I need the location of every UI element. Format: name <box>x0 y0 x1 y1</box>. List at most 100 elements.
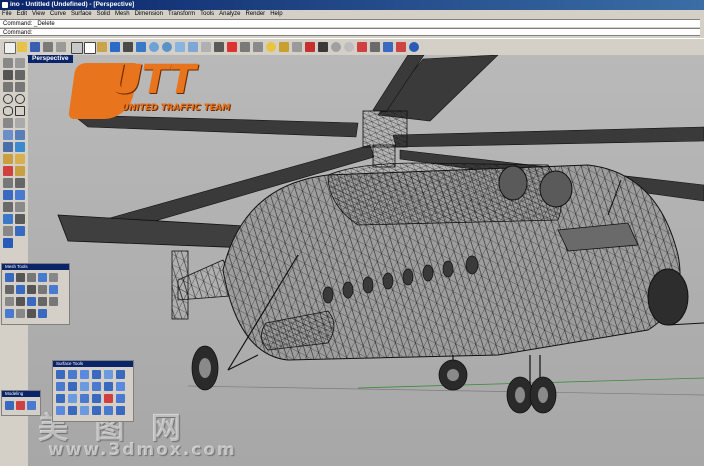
menu-tools[interactable]: Tools <box>200 11 214 17</box>
rotate-icon[interactable] <box>3 202 13 212</box>
save-icon[interactable] <box>30 42 40 52</box>
command-prompt[interactable]: Command: <box>0 28 700 36</box>
surface-tool-icon[interactable] <box>68 370 77 379</box>
surface-tool-icon[interactable] <box>104 370 113 379</box>
grid-icon[interactable] <box>214 42 224 52</box>
dimension-icon[interactable] <box>3 226 13 236</box>
copy-object-icon[interactable] <box>15 190 25 200</box>
mesh-tool-icon[interactable] <box>27 285 36 294</box>
box-icon[interactable] <box>3 142 13 152</box>
circle-icon[interactable] <box>3 94 13 104</box>
cut-icon[interactable] <box>71 42 83 54</box>
object-properties-icon[interactable] <box>240 42 250 52</box>
surface-tool-icon[interactable] <box>68 406 77 415</box>
surface-icon[interactable] <box>3 130 13 140</box>
line-icon[interactable] <box>3 70 13 80</box>
menu-view[interactable]: View <box>32 11 45 17</box>
surface-tool-icon[interactable] <box>56 394 65 403</box>
curve-icon[interactable] <box>3 82 13 92</box>
solid-icon[interactable] <box>15 142 25 152</box>
surface-tool-icon[interactable] <box>56 406 65 415</box>
viewport-layout-icon[interactable] <box>201 42 211 52</box>
mesh-tool-icon[interactable] <box>16 285 25 294</box>
surface-tool-icon[interactable] <box>80 394 89 403</box>
mesh-tool-icon[interactable] <box>49 273 58 282</box>
mesh-tools-panel[interactable]: Mesh Tools <box>1 263 70 325</box>
light-bulb-icon[interactable] <box>266 42 276 52</box>
scale-icon[interactable] <box>15 202 25 212</box>
analyze-icon[interactable] <box>15 226 25 236</box>
trim-icon[interactable] <box>3 166 13 176</box>
split-icon[interactable] <box>15 166 25 176</box>
mesh-tool-icon[interactable] <box>27 309 36 318</box>
surface-tool-icon[interactable] <box>116 394 125 403</box>
surface-tool-icon[interactable] <box>92 394 101 403</box>
light-icon[interactable] <box>383 42 393 52</box>
properties-icon[interactable] <box>56 42 66 52</box>
mesh-tool-icon[interactable] <box>38 285 47 294</box>
surface-tool-icon[interactable] <box>80 406 89 415</box>
menu-edit[interactable]: Edit <box>17 11 27 17</box>
surface-tool-icon[interactable] <box>92 370 101 379</box>
tools-icon[interactable] <box>396 42 406 52</box>
zoom-extents-icon[interactable] <box>175 42 185 52</box>
surface-tool-icon[interactable] <box>116 382 125 391</box>
mesh-tool-icon[interactable] <box>49 285 58 294</box>
select-icon[interactable] <box>253 42 263 52</box>
hide-icon[interactable] <box>292 42 302 52</box>
mesh-tool-icon[interactable] <box>38 273 47 282</box>
menu-curve[interactable]: Curve <box>50 11 66 17</box>
polyline-icon[interactable] <box>15 70 25 80</box>
surface-tool-icon[interactable] <box>80 382 89 391</box>
surface-tools-panel[interactable]: Surface Tools <box>52 360 134 422</box>
mesh-tool-icon[interactable] <box>5 309 14 318</box>
mesh-tool-icon[interactable] <box>38 309 47 318</box>
material-icon[interactable] <box>357 42 367 52</box>
surface-tool-icon[interactable] <box>104 406 113 415</box>
extrude-surface-icon[interactable] <box>15 130 25 140</box>
menu-solid[interactable]: Solid <box>97 11 110 17</box>
print-icon[interactable] <box>43 42 53 52</box>
menu-file[interactable]: File <box>2 11 12 17</box>
text-icon[interactable] <box>15 118 25 128</box>
new-file-icon[interactable] <box>4 42 16 54</box>
copy-icon[interactable] <box>84 42 96 54</box>
mesh-tool-icon[interactable] <box>38 297 47 306</box>
menu-transform[interactable]: Transform <box>168 11 195 17</box>
surface-tool-icon[interactable] <box>68 394 77 403</box>
layer-icon[interactable] <box>227 42 237 52</box>
sphere-icon[interactable] <box>344 42 354 52</box>
explode-icon[interactable] <box>15 178 25 188</box>
surface-tool-icon[interactable] <box>92 382 101 391</box>
viewport-label[interactable]: Perspective <box>28 55 73 63</box>
mesh-tool-icon[interactable] <box>5 273 14 282</box>
zoom-icon[interactable] <box>149 42 159 52</box>
surface-tool-icon[interactable] <box>92 406 101 415</box>
surface-tool-icon[interactable] <box>56 382 65 391</box>
menu-analyze[interactable]: Analyze <box>219 11 240 17</box>
freeform-curve-icon[interactable] <box>15 82 25 92</box>
menu-dimension[interactable]: Dimension <box>135 11 163 17</box>
undo-icon[interactable] <box>110 42 120 52</box>
surface-tool-icon[interactable] <box>116 370 125 379</box>
lock-icon[interactable] <box>279 42 289 52</box>
mirror-icon[interactable] <box>3 214 13 224</box>
rectangle-icon[interactable] <box>15 106 25 116</box>
array-icon[interactable] <box>15 214 25 224</box>
join-icon[interactable] <box>3 178 13 188</box>
surface-tool-icon[interactable] <box>80 370 89 379</box>
mesh-tool-icon[interactable] <box>27 273 36 282</box>
mesh-icon[interactable] <box>3 154 13 164</box>
move-icon[interactable] <box>3 190 13 200</box>
surface-tool-icon[interactable] <box>116 406 125 415</box>
open-folder-icon[interactable] <box>17 42 27 52</box>
pan-icon[interactable] <box>123 42 133 52</box>
menu-help[interactable]: Help <box>270 11 282 17</box>
render-icon[interactable] <box>305 42 315 52</box>
modeling-tool-icon[interactable] <box>5 401 14 410</box>
zoom-window-icon[interactable] <box>162 42 172 52</box>
rotate-view-icon[interactable] <box>136 42 146 52</box>
menu-render[interactable]: Render <box>246 11 266 17</box>
modeling-panel[interactable]: Modeling <box>1 390 41 416</box>
mesh-tool-icon[interactable] <box>5 285 14 294</box>
